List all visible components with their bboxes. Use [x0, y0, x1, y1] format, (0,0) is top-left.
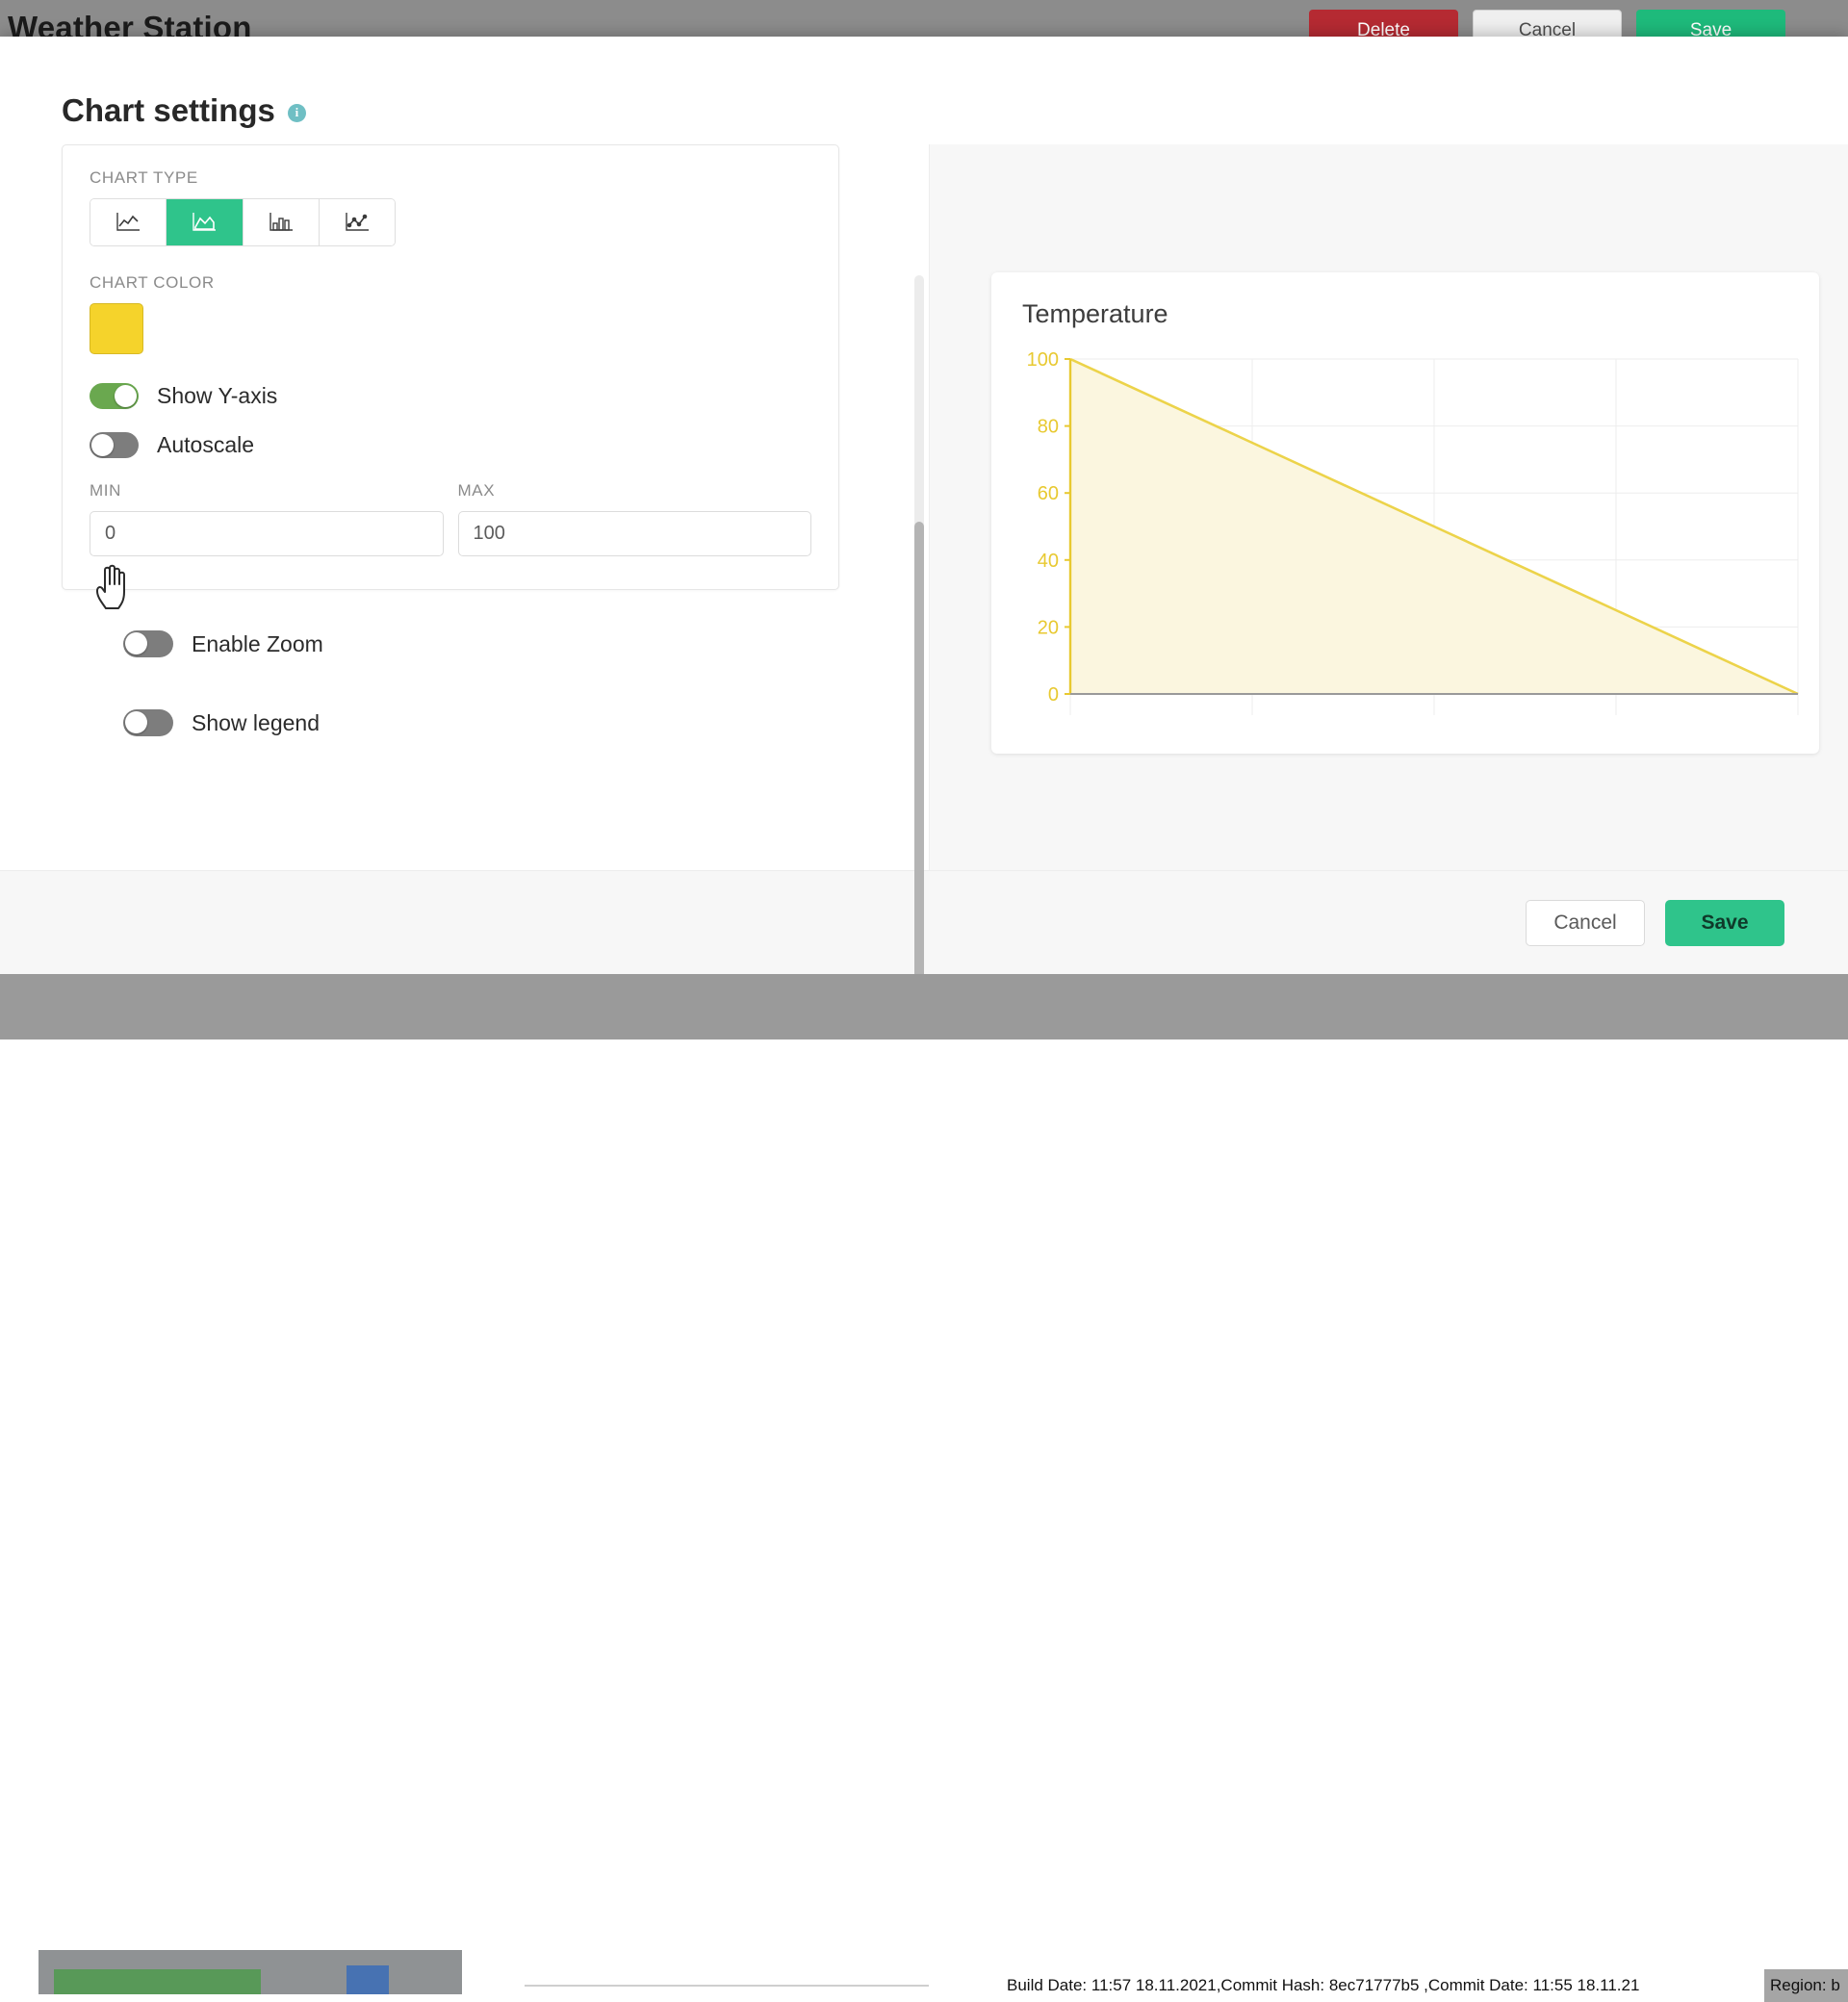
- dialog-save-button[interactable]: Save: [1665, 900, 1784, 946]
- chart-type-label: CHART TYPE: [90, 168, 811, 188]
- chart-type-selector[interactable]: [90, 198, 396, 246]
- max-label: MAX: [458, 481, 812, 500]
- chart-type-option-bar[interactable]: [244, 199, 320, 245]
- show-y-axis-row[interactable]: Show Y-axis: [90, 383, 811, 409]
- svg-text:0: 0: [1048, 684, 1059, 706]
- toggle-knob: [125, 632, 147, 654]
- enable-zoom-label: Enable Zoom: [192, 631, 323, 657]
- chart-color-label: CHART COLOR: [90, 273, 811, 293]
- map-green-area: [54, 1969, 261, 1994]
- map-divider: [525, 1985, 929, 1987]
- extra-toggles-group: Enable Zoom Show legend: [62, 630, 929, 736]
- info-icon[interactable]: i: [288, 104, 306, 122]
- chart-preview-column: Temperature 0 20 40 60 80 100: [929, 144, 1848, 870]
- show-y-axis-toggle[interactable]: [90, 383, 139, 409]
- min-max-row: MIN MAX: [90, 481, 811, 556]
- chart-settings-dialog: Chart settings i CHART TYPE: [0, 37, 1848, 974]
- enable-zoom-toggle[interactable]: [123, 630, 173, 657]
- temperature-area-chart: 0 20 40 60 80 100: [991, 342, 1819, 746]
- max-input[interactable]: [458, 511, 812, 556]
- axis-settings-card: CHART TYPE: [62, 144, 839, 590]
- chart-title: Temperature: [1022, 299, 1168, 329]
- dialog-body: CHART TYPE: [0, 144, 1848, 870]
- region-badge: Region: b: [1764, 1969, 1848, 2002]
- chart-type-option-area[interactable]: [167, 199, 243, 245]
- svg-text:20: 20: [1038, 617, 1059, 638]
- chart-type-option-line[interactable]: [90, 199, 167, 245]
- dialog-title: Chart settings: [62, 92, 275, 129]
- toggle-knob: [115, 385, 137, 407]
- dialog-header: Chart settings i: [0, 37, 1848, 144]
- app-bottom-strip: Build Date: 11:57 18.11.2021,Commit Hash…: [0, 974, 1848, 1040]
- show-legend-row[interactable]: Show legend: [123, 709, 929, 736]
- toggle-knob: [91, 434, 114, 456]
- dialog-footer: Cancel Save: [0, 870, 1848, 974]
- chart-color-swatch[interactable]: [90, 303, 143, 354]
- chart-type-option-line-with-points[interactable]: [320, 199, 395, 245]
- max-field-wrapper: MAX: [458, 481, 812, 556]
- min-input[interactable]: [90, 511, 444, 556]
- autoscale-toggle[interactable]: [90, 432, 139, 458]
- svg-text:60: 60: [1038, 483, 1059, 504]
- autoscale-row[interactable]: Autoscale: [90, 432, 811, 458]
- dialog-cancel-button[interactable]: Cancel: [1526, 900, 1645, 946]
- show-y-axis-label: Show Y-axis: [157, 383, 277, 409]
- show-legend-label: Show legend: [192, 710, 320, 736]
- min-field-wrapper: MIN: [90, 481, 444, 556]
- show-legend-toggle[interactable]: [123, 709, 173, 736]
- enable-zoom-row[interactable]: Enable Zoom: [123, 630, 929, 657]
- settings-scrollbar-thumb[interactable]: [914, 522, 924, 1013]
- toggle-knob: [125, 711, 147, 733]
- svg-text:40: 40: [1038, 551, 1059, 572]
- settings-column: CHART TYPE: [0, 144, 929, 870]
- min-label: MIN: [90, 481, 444, 500]
- build-info-text: Build Date: 11:57 18.11.2021,Commit Hash…: [1007, 1969, 1639, 2002]
- chart-preview-card: Temperature 0 20 40 60 80 100: [991, 272, 1819, 754]
- svg-text:100: 100: [1027, 349, 1059, 371]
- svg-text:80: 80: [1038, 417, 1059, 438]
- autoscale-label: Autoscale: [157, 432, 254, 458]
- map-blue-area: [346, 1965, 389, 1994]
